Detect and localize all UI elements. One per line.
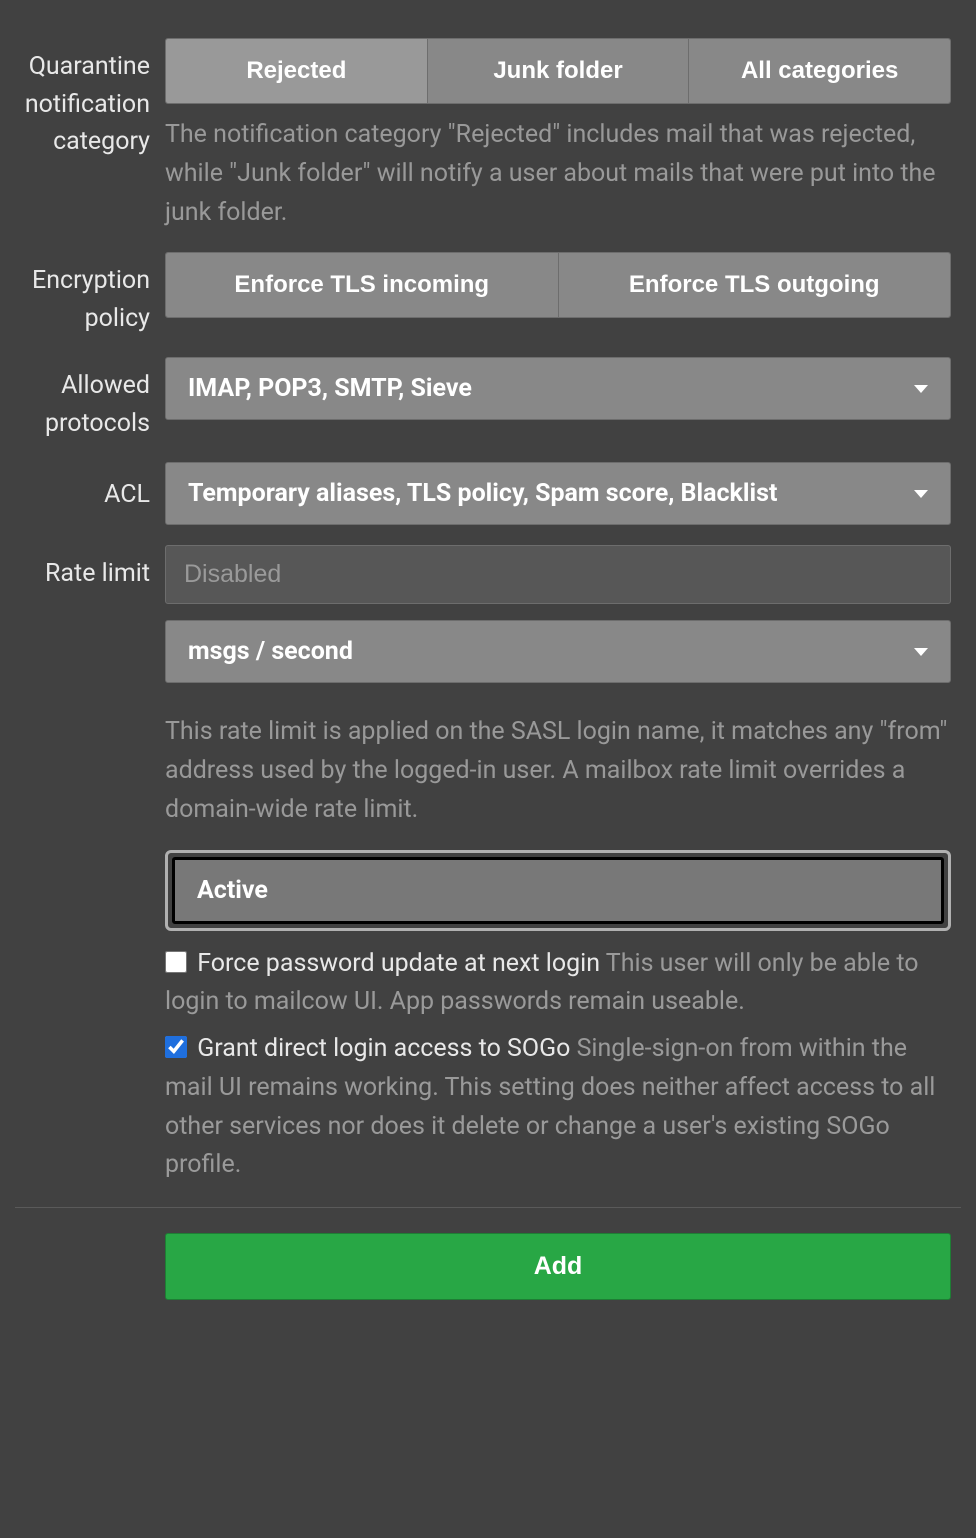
protocols-select[interactable]: IMAP, POP3, SMTP, Sieve [165,357,951,420]
quarantine-toggle-group: Rejected Junk folder All categories [165,38,951,104]
quarantine-all-button[interactable]: All categories [689,39,950,103]
tls-incoming-button[interactable]: Enforce TLS incoming [166,253,559,317]
rate-limit-input[interactable] [165,545,951,604]
acl-value: Temporary aliases, TLS policy, Spam scor… [188,479,914,508]
quarantine-help: The notification category "Rejected" inc… [165,116,951,232]
caret-down-icon [914,648,928,656]
protocols-label: Allowed protocols [15,357,165,442]
rate-help: This rate limit is applied on the SASL l… [165,713,951,829]
quarantine-rejected-button[interactable]: Rejected [166,39,428,103]
status-select-wrapper: Active [165,850,951,931]
protocols-value: IMAP, POP3, SMTP, Sieve [188,374,914,403]
encryption-label: Encryption policy [15,252,165,337]
separator [15,1207,961,1208]
force-password-label: Force password update at next login [197,949,600,978]
quarantine-junk-button[interactable]: Junk folder [428,39,690,103]
sogo-access-checkbox[interactable] [165,1036,187,1058]
caret-down-icon [914,385,928,393]
caret-down-icon [914,490,928,498]
acl-select[interactable]: Temporary aliases, TLS policy, Spam scor… [165,462,951,525]
add-button[interactable]: Add [165,1233,951,1300]
sogo-access-label: Grant direct login access to SOGo [197,1034,570,1063]
rate-unit-value: msgs / second [188,637,914,666]
force-password-checkbox[interactable] [165,951,187,973]
rate-unit-select[interactable]: msgs / second [165,620,951,683]
status-value: Active [197,876,919,905]
quarantine-label: Quarantine notification category [15,38,165,232]
status-select[interactable]: Active [172,857,944,924]
encryption-toggle-group: Enforce TLS incoming Enforce TLS outgoin… [165,252,951,318]
tls-outgoing-button[interactable]: Enforce TLS outgoing [559,253,951,317]
rate-label: Rate limit [15,545,165,829]
acl-label: ACL [15,462,165,525]
